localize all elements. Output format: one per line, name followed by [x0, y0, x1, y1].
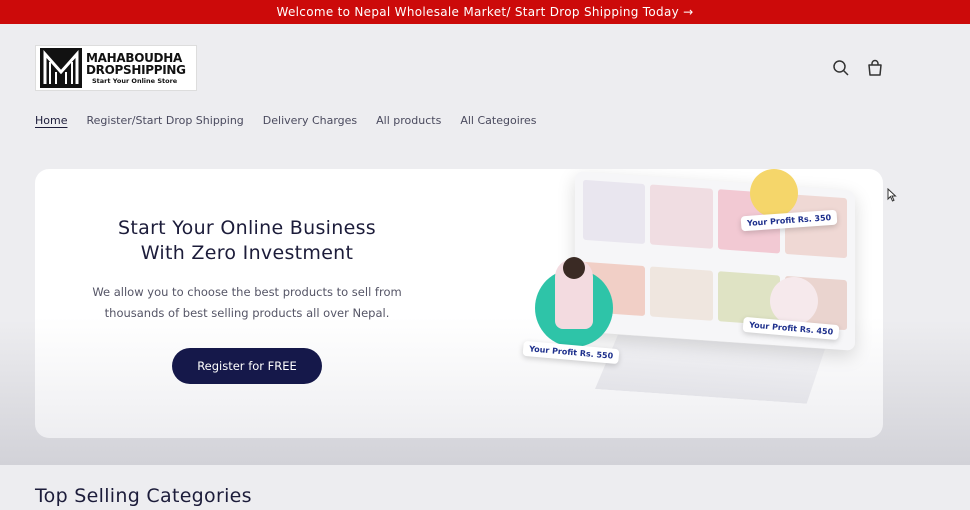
cart-icon[interactable] — [865, 58, 885, 78]
nav-delivery-charges[interactable]: Delivery Charges — [263, 114, 357, 127]
nav-home[interactable]: Home — [35, 114, 67, 127]
hero-desc-line-1: We allow you to choose the best products… — [92, 285, 402, 299]
announcement-text[interactable]: Welcome to Nepal Wholesale Market/ Start… — [277, 5, 694, 19]
logo-tagline: Start Your Online Store — [92, 76, 178, 85]
hero-title-line-1: Start Your Online Business — [118, 217, 376, 239]
logo-line-1: MAHABOUDHA — [86, 50, 182, 65]
announcement-bar[interactable]: Welcome to Nepal Wholesale Market/ Start… — [0, 0, 970, 24]
mouse-cursor-icon — [887, 188, 897, 202]
nav-register[interactable]: Register/Start Drop Shipping — [86, 114, 243, 127]
model-head — [563, 257, 585, 279]
product-image — [650, 184, 713, 249]
logo-m-icon — [40, 48, 82, 88]
hero-description: We allow you to choose the best products… — [35, 282, 459, 324]
product-circle — [770, 277, 818, 325]
profit-badge-550: Your Profit Rs. 550 — [522, 340, 620, 365]
product-image — [583, 179, 646, 245]
main-nav: Home Register/Start Drop Shipping Delive… — [35, 114, 537, 127]
nav-all-categories[interactable]: All Categoires — [460, 114, 536, 127]
register-free-button[interactable]: Register for FREE — [172, 348, 322, 384]
section-title: Top Selling Categories — [35, 485, 252, 507]
hero-title: Start Your Online Business With Zero Inv… — [35, 216, 459, 266]
product-image — [650, 266, 713, 321]
nav-all-products[interactable]: All products — [376, 114, 441, 127]
hero-banner: Start Your Online Business With Zero Inv… — [35, 169, 883, 438]
site-logo[interactable]: MAHABOUDHA DROPSHIPPING Start Your Onlin… — [35, 45, 197, 91]
bells-circle — [750, 169, 798, 217]
logo-line-2: DROPSHIPPING — [86, 62, 186, 77]
search-icon[interactable] — [831, 58, 851, 78]
hero-title-line-2: With Zero Investment — [140, 242, 354, 264]
hero-desc-line-2: thousands of best selling products all o… — [104, 306, 390, 320]
